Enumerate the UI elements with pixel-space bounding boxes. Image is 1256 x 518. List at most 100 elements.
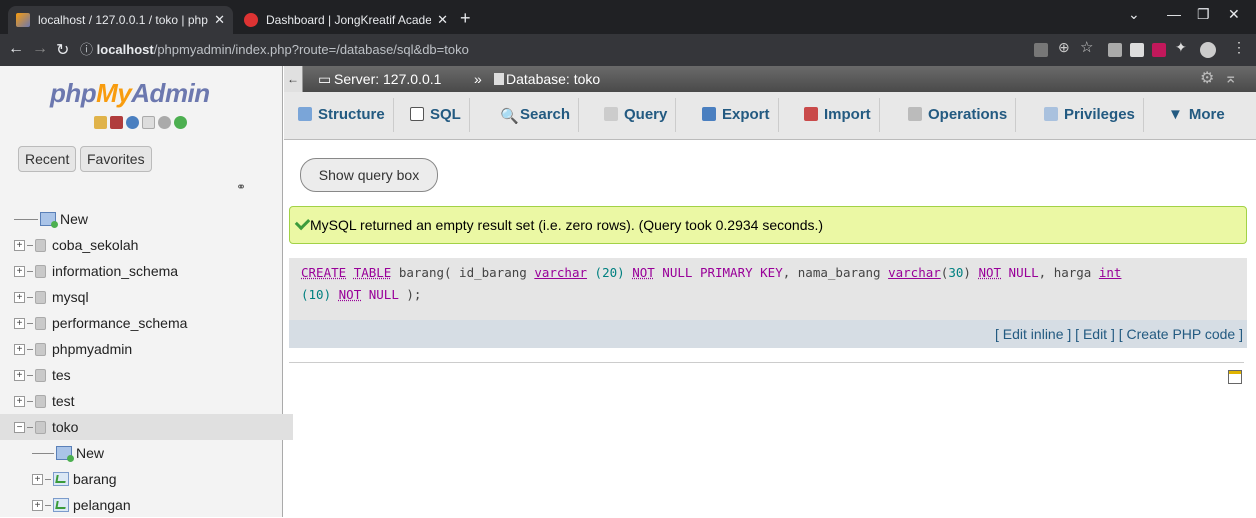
expand-icon[interactable]: + <box>14 265 25 277</box>
database-tree: New + coba_sekolah + information_schema … <box>0 206 293 518</box>
expand-icon[interactable]: + <box>14 239 25 251</box>
collapse-nav-icon[interactable]: ← <box>284 66 303 92</box>
collapse-top-icon[interactable]: ⌅ <box>1224 66 1237 92</box>
database-icon <box>35 342 46 356</box>
browser-tab-phpmyadmin[interactable]: localhost / 127.0.0.1 / toko | php ✕ <box>8 6 233 34</box>
logout-icon[interactable] <box>110 116 123 129</box>
reload-icon[interactable] <box>174 116 187 129</box>
tree-item-db-selected[interactable]: − toko <box>0 414 293 440</box>
divider <box>289 362 1244 363</box>
expand-icon[interactable]: + <box>14 317 25 329</box>
tree-item-db[interactable]: + phpmyadmin <box>14 336 279 362</box>
structure-icon <box>298 107 312 121</box>
url-field[interactable]: ⓘ localhost/phpmyadmin/index.php?route=/… <box>80 38 1080 62</box>
tab-title: Dashboard | JongKreatif Academ <box>266 13 432 27</box>
create-php-code-link[interactable]: [ Create PHP code ] <box>1119 326 1243 342</box>
extension-icon[interactable] <box>1108 43 1122 57</box>
expand-icon[interactable]: + <box>14 395 25 407</box>
docs-icon[interactable] <box>142 116 155 129</box>
tab-operations[interactable]: Operations <box>900 98 1017 132</box>
jongkreatif-favicon <box>244 13 258 27</box>
forward-icon[interactable]: → <box>32 40 48 58</box>
reload-icon[interactable]: ↻ <box>56 40 69 60</box>
tree-item-db[interactable]: + mysql <box>14 284 279 310</box>
breadcrumb: ← ▭ Server: 127.0.0.1 » Database: toko ⚙… <box>284 66 1256 92</box>
database-icon <box>35 290 46 304</box>
tree-item-table[interactable]: + barang <box>14 466 279 492</box>
tree-item-new-table[interactable]: New <box>14 440 279 466</box>
edit-link[interactable]: [ Edit ] <box>1075 326 1115 342</box>
collapse-icon[interactable]: − <box>14 421 25 433</box>
profile-avatar[interactable] <box>1200 42 1216 58</box>
info-icon[interactable]: ⓘ <box>80 42 93 57</box>
gear-icon[interactable]: ⚙ <box>1200 66 1214 92</box>
tab-more[interactable]: ▼ More <box>1160 98 1233 132</box>
zoom-icon[interactable]: ⊕ <box>1058 39 1072 55</box>
expand-icon[interactable]: + <box>14 291 25 303</box>
tab-query[interactable]: Query <box>596 98 677 132</box>
database-icon <box>35 316 46 330</box>
tab-search-icon[interactable]: ⌄ <box>1128 6 1140 23</box>
browser-tab-dashboard[interactable]: Dashboard | JongKreatif Academ ✕ <box>236 6 456 34</box>
breadcrumb-server[interactable]: Server: 127.0.0.1 <box>334 66 441 92</box>
navigation-panel: phpMyAdmin Recent Favorites ⚭ New + coba… <box>0 66 293 518</box>
expand-icon[interactable]: + <box>32 473 43 485</box>
tree-item-db[interactable]: + information_schema <box>14 258 279 284</box>
tab-structure[interactable]: Structure <box>290 98 394 132</box>
tree-item-db[interactable]: + test <box>14 388 279 414</box>
tree-item-db[interactable]: + performance_schema <box>14 310 279 336</box>
new-db-icon <box>40 212 58 228</box>
tab-privileges[interactable]: Privileges <box>1036 98 1144 132</box>
restore-icon[interactable]: ❐ <box>1197 6 1210 23</box>
favorites-button[interactable]: Favorites <box>80 146 152 172</box>
search-icon: 🔍 <box>500 108 519 125</box>
tab-sql[interactable]: SQL <box>402 98 470 132</box>
show-query-box-button[interactable]: Show query box <box>300 158 438 192</box>
extension-icon[interactable] <box>1130 43 1144 57</box>
tree-item-table[interactable]: + pelangan <box>14 492 279 518</box>
gear-icon[interactable] <box>158 116 171 129</box>
new-tab-icon[interactable]: + <box>460 8 471 29</box>
help-icon[interactable] <box>126 116 139 129</box>
database-icon <box>35 420 46 434</box>
tree-item-new[interactable]: New <box>14 206 279 232</box>
home-icon[interactable] <box>94 116 107 129</box>
database-icon <box>494 73 504 85</box>
database-icon <box>35 394 46 408</box>
tree-item-db[interactable]: + coba_sekolah <box>14 232 279 258</box>
import-icon <box>804 107 818 121</box>
extension-icon[interactable] <box>1152 43 1166 57</box>
close-tab-icon[interactable]: ✕ <box>437 12 448 28</box>
wrench-icon <box>908 107 922 121</box>
expand-icon[interactable]: + <box>32 499 43 511</box>
expand-icon[interactable]: + <box>14 369 25 381</box>
breadcrumb-database[interactable]: Database: toko <box>506 66 600 92</box>
tab-export[interactable]: Export <box>694 98 779 132</box>
quick-icons <box>94 116 187 129</box>
tab-import[interactable]: Import <box>796 98 880 132</box>
tab-search[interactable]: 🔍Search <box>492 98 580 132</box>
address-bar-row: ← → ↻ ⓘ localhost/phpmyadmin/index.php?r… <box>0 34 1256 66</box>
close-window-icon[interactable]: ✕ <box>1228 6 1240 23</box>
menu-kebab-icon[interactable]: ⋮ <box>1232 39 1246 55</box>
bookmark-star-icon[interactable]: ☆ <box>1080 38 1094 56</box>
breadcrumb-separator: » <box>474 71 482 87</box>
phpmyadmin-favicon <box>16 13 30 27</box>
database-icon <box>35 368 46 382</box>
export-icon <box>702 107 716 121</box>
translate-icon[interactable] <box>1034 43 1048 57</box>
phpmyadmin-logo[interactable]: phpMyAdmin <box>50 78 210 109</box>
minimize-icon[interactable]: — <box>1167 6 1181 22</box>
recent-button[interactable]: Recent <box>18 146 77 172</box>
tree-item-db[interactable]: + tes <box>14 362 279 388</box>
expand-icon[interactable]: + <box>14 343 25 355</box>
link-with-main-icon[interactable]: ⚭ <box>236 180 246 194</box>
edit-inline-link[interactable]: [ Edit inline ] <box>995 326 1071 342</box>
sql-icon <box>410 107 424 121</box>
browser-tab-bar: localhost / 127.0.0.1 / toko | php ✕ Das… <box>0 0 1256 34</box>
extensions-puzzle-icon[interactable]: ✦ <box>1175 39 1189 55</box>
query-actions: [ Edit inline ] [ Edit ] [ Create PHP co… <box>289 320 1247 348</box>
console-icon[interactable] <box>1228 370 1242 384</box>
close-tab-icon[interactable]: ✕ <box>214 12 225 28</box>
back-icon[interactable]: ← <box>8 40 24 58</box>
